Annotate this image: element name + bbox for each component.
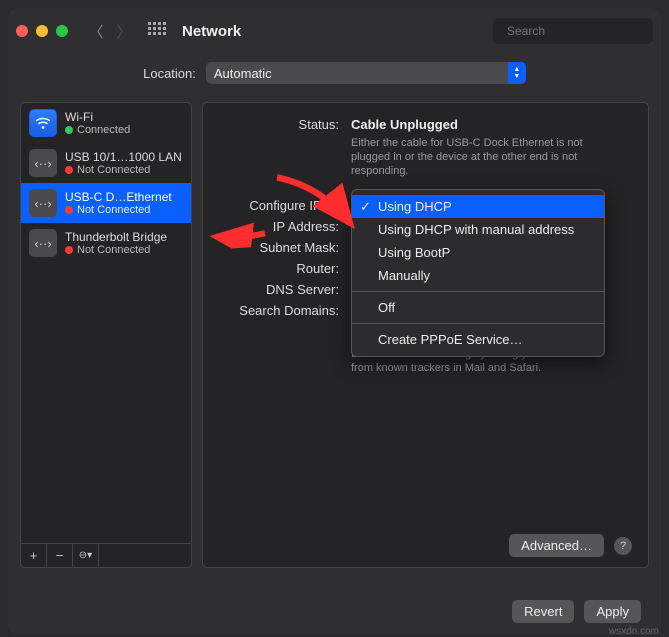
status-value: Cable Unplugged <box>351 117 632 132</box>
titlebar: 〈 〉 Network <box>8 8 661 54</box>
dropdown-item-dhcp-manual[interactable]: Using DHCP with manual address <box>352 218 604 241</box>
sidebar-item-wifi[interactable]: Wi-Fi Connected <box>21 103 191 143</box>
remove-interface-button[interactable]: − <box>47 544 73 567</box>
field-dns-server: DNS Server: <box>211 282 339 297</box>
status-dot-icon <box>65 166 73 174</box>
location-select[interactable]: Automatic ▲▼ <box>206 62 526 84</box>
search-input[interactable] <box>507 24 661 38</box>
page-title: Network <box>182 23 241 40</box>
chevron-updown-icon: ▲▼ <box>508 62 526 84</box>
sidebar-item-label: Thunderbolt Bridge <box>65 230 167 244</box>
wifi-icon <box>29 109 57 137</box>
ethernet-icon: ‹··› <box>29 229 57 257</box>
zoom-icon[interactable] <box>56 25 68 37</box>
field-subnet-mask: Subnet Mask: <box>211 240 339 255</box>
window-controls <box>16 25 68 37</box>
forward-button[interactable]: 〉 <box>116 21 132 42</box>
dropdown-separator <box>352 291 604 292</box>
detail-panel: Status: Cable Unplugged Either the cable… <box>202 102 649 568</box>
field-search-domains: Search Domains: <box>211 303 339 318</box>
sidebar-item-label: USB 10/1…1000 LAN <box>65 150 182 164</box>
ethernet-icon: ‹··› <box>29 149 57 177</box>
minimize-icon[interactable] <box>36 25 48 37</box>
help-button[interactable]: ? <box>614 537 632 555</box>
sidebar-item-usbc-ethernet[interactable]: ‹··› USB-C D…Ethernet Not Connected <box>21 183 191 223</box>
close-icon[interactable] <box>16 25 28 37</box>
dropdown-item-manually[interactable]: Manually <box>352 264 604 287</box>
sidebar-item-usb-lan[interactable]: ‹··› USB 10/1…1000 LAN Not Connected <box>21 143 191 183</box>
location-value: Automatic <box>214 66 272 81</box>
dropdown-item-using-dhcp[interactable]: Using DHCP <box>352 195 604 218</box>
location-label: Location: <box>143 66 196 81</box>
status-dot-icon <box>65 126 73 134</box>
apply-button[interactable]: Apply <box>584 600 641 623</box>
configure-ipv4-dropdown[interactable]: Using DHCP Using DHCP with manual addres… <box>351 189 605 357</box>
status-label: Status: <box>211 117 339 178</box>
field-router: Router: <box>211 261 339 276</box>
field-ip-address: IP Address: <box>211 219 339 234</box>
status-note: Either the cable for USB-C Dock Ethernet… <box>351 136 611 178</box>
sidebar-item-label: USB-C D…Ethernet <box>65 190 172 204</box>
ethernet-icon: ‹··› <box>29 189 57 217</box>
add-interface-button[interactable]: + <box>21 544 47 567</box>
show-all-icon[interactable] <box>148 22 166 40</box>
dropdown-item-bootp[interactable]: Using BootP <box>352 241 604 264</box>
watermark: wsxdn.com <box>609 626 659 637</box>
interface-options-button[interactable]: ⊖▾ <box>73 544 99 567</box>
advanced-button[interactable]: Advanced… <box>509 534 604 557</box>
status-dot-icon <box>65 206 73 214</box>
revert-button[interactable]: Revert <box>512 600 574 623</box>
interface-list-panel: Wi-Fi Connected ‹··› USB 10/1…1000 LAN N… <box>20 102 192 568</box>
dropdown-item-off[interactable]: Off <box>352 296 604 319</box>
back-button[interactable]: 〈 <box>88 21 104 42</box>
status-dot-icon <box>65 246 73 254</box>
dropdown-item-pppoe[interactable]: Create PPPoE Service… <box>352 328 604 351</box>
sidebar-item-thunderbolt[interactable]: ‹··› Thunderbolt Bridge Not Connected <box>21 223 191 263</box>
dropdown-separator <box>352 323 604 324</box>
sidebar-item-label: Wi-Fi <box>65 110 130 124</box>
search-field[interactable] <box>493 18 653 44</box>
field-configure-ipv4: Configure IPv4: <box>211 198 339 213</box>
location-row: Location: Automatic ▲▼ <box>8 54 661 92</box>
